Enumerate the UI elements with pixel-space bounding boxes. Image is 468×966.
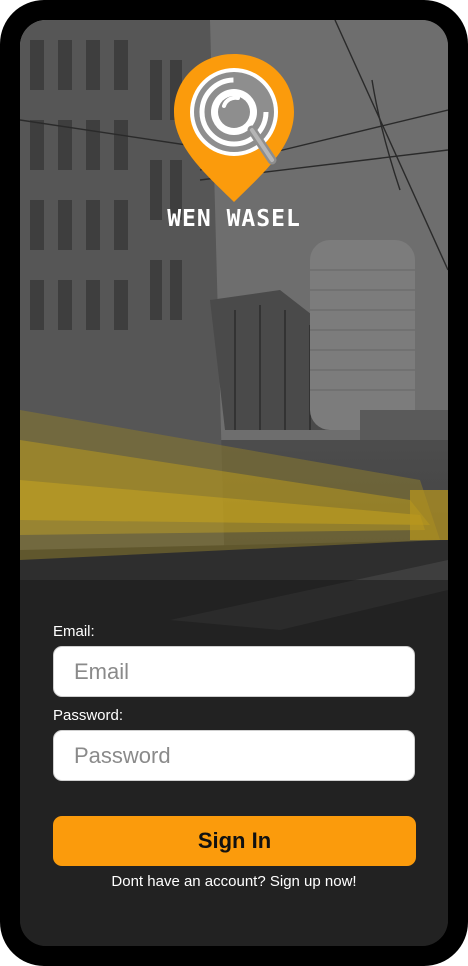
brand-name: WEN WASEL bbox=[167, 206, 301, 232]
sign-up-link[interactable]: Dont have an account? Sign up now! bbox=[20, 873, 448, 890]
phone-frame: WEN WASEL Email: Password: Sign In Dont … bbox=[0, 0, 468, 966]
email-label: Email: bbox=[53, 623, 95, 640]
email-field[interactable] bbox=[53, 646, 415, 697]
password-field[interactable] bbox=[53, 730, 415, 781]
password-label: Password: bbox=[53, 707, 124, 724]
sign-in-button[interactable]: Sign In bbox=[53, 816, 416, 866]
login-screen: WEN WASEL Email: Password: Sign In Dont … bbox=[20, 20, 448, 946]
